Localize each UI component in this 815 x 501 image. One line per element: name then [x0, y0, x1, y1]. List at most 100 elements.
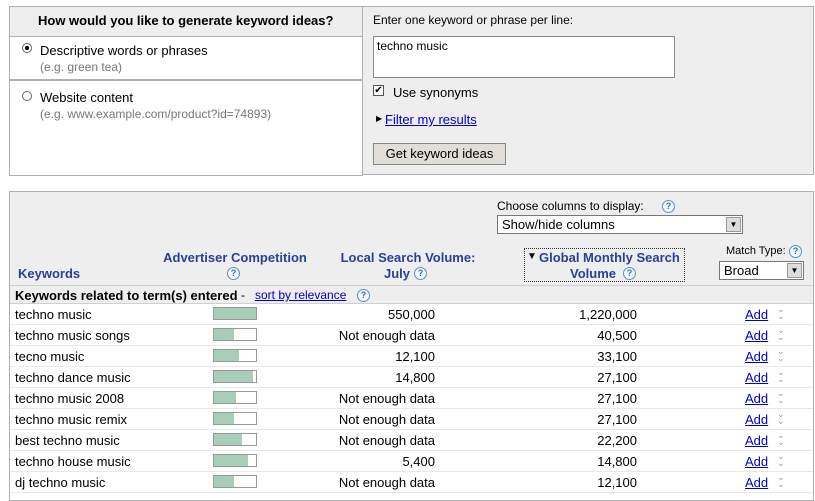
add-keyword-link[interactable]: Add: [745, 475, 768, 490]
keyword-cell: tecno music: [15, 349, 85, 364]
global-volume-cell: 33,100: [597, 349, 637, 364]
radio-website[interactable]: [22, 91, 32, 101]
section-title: Keywords related to term(s) entered: [15, 288, 238, 303]
chevron-down-icon[interactable]: ⌄ ⌄: [777, 305, 785, 321]
competition-bar-fill: [214, 413, 234, 424]
competition-bar-fill: [214, 329, 234, 340]
chevron-down-icon[interactable]: ⌄ ⌄: [777, 347, 785, 363]
add-keyword-link[interactable]: Add: [745, 328, 768, 343]
local-volume-cell: 14,800: [395, 370, 435, 385]
competition-bar: [213, 349, 257, 362]
competition-bar: [213, 475, 257, 488]
keyword-cell: techno house music: [15, 454, 131, 469]
competition-bar-fill: [214, 371, 254, 382]
table-row: techno music 2008 Not enough data 27,100 Ad…: [10, 388, 813, 409]
competition-bar: [213, 433, 257, 446]
col-global-volume[interactable]: ▼ Global Monthly Search Volume: [524, 248, 685, 282]
add-keyword-link[interactable]: Add: [745, 391, 768, 406]
global-volume-cell: 14,800: [597, 454, 637, 469]
help-icon[interactable]: ?: [623, 267, 636, 280]
global-volume-cell: 40,500: [597, 328, 637, 343]
table-row: techno music songs Not enough data 40,500 A…: [10, 325, 813, 346]
chevron-down-icon[interactable]: ⌄ ⌄: [777, 326, 785, 342]
global-volume-cell: 27,100: [597, 412, 637, 427]
col-competition[interactable]: Advertiser Competition: [160, 250, 310, 265]
competition-bar-fill: [214, 455, 248, 466]
option-descriptive-hint: (e.g. green tea): [40, 60, 123, 74]
dropdown-arrow-icon: ▼: [726, 217, 741, 232]
add-keyword-link[interactable]: Add: [745, 349, 768, 364]
help-icon[interactable]: ?: [414, 267, 427, 280]
add-keyword-link[interactable]: Add: [745, 412, 768, 427]
col-keywords: Keywords: [18, 266, 81, 281]
chevron-down-icon[interactable]: ⌄ ⌄: [777, 452, 785, 468]
add-keyword-link[interactable]: Add: [745, 454, 768, 469]
competition-bar: [213, 454, 257, 467]
col-global-volume-label: Global Monthly Search: [539, 250, 680, 265]
help-icon[interactable]: ?: [662, 200, 675, 213]
keyword-input[interactable]: techno music: [373, 36, 675, 78]
help-icon[interactable]: ?: [357, 289, 370, 302]
local-volume-cell: 550,000: [388, 307, 435, 322]
add-keyword-link[interactable]: Add: [745, 370, 768, 385]
global-volume-cell: 22,200: [597, 433, 637, 448]
get-keyword-ideas-button[interactable]: Get keyword ideas: [373, 143, 506, 165]
keyword-cell: techno music: [15, 307, 92, 322]
synonyms-checkbox[interactable]: ✔: [373, 85, 384, 96]
local-volume-cell: 12,100: [395, 349, 435, 364]
radio-descriptive[interactable]: [22, 43, 32, 53]
keyword-cell: techno music remix: [15, 412, 127, 427]
keyword-cell: techno music songs: [15, 328, 130, 343]
global-volume-cell: 12,100: [597, 475, 637, 490]
option-website[interactable]: Website content (e.g. www.example.com/pr…: [9, 80, 363, 176]
help-icon[interactable]: ?: [227, 267, 240, 280]
table-row: techno house music 5,400 14,800 Add ⌄ ⌄: [10, 451, 813, 472]
local-volume-cell: 5,400: [402, 454, 435, 469]
filter-results-link[interactable]: Filter my results: [385, 112, 477, 127]
columns-select[interactable]: Show/hide columns ▼: [497, 215, 743, 234]
add-keyword-link[interactable]: Add: [745, 307, 768, 322]
competition-bar: [213, 307, 257, 320]
sort-by-relevance-link[interactable]: sort by relevance: [255, 288, 346, 302]
local-volume-cell: Not enough data: [338, 475, 435, 490]
keyword-cell: dj techno music: [15, 475, 106, 490]
chevron-down-icon[interactable]: ⌄ ⌄: [777, 389, 785, 405]
keyword-cell: best techno music: [15, 433, 120, 448]
local-volume-cell: Not enough data: [338, 433, 435, 448]
col-local-volume-month[interactable]: July: [384, 266, 410, 281]
help-icon[interactable]: ?: [789, 245, 802, 258]
table-row: techno music 550,000 1,220,000 Add ⌄ ⌄: [10, 304, 813, 325]
match-type-value: Broad: [724, 263, 759, 278]
col-global-volume-label-2: Volume: [570, 266, 616, 281]
columns-select-value: Show/hide columns: [502, 217, 615, 232]
competition-bar-fill: [214, 476, 234, 487]
dropdown-arrow-icon: ▼: [787, 263, 802, 278]
results-header: [10, 192, 813, 285]
competition-bar: [213, 391, 257, 404]
chevron-down-icon[interactable]: ⌄ ⌄: [777, 410, 785, 426]
col-local-volume[interactable]: Local Search Volume:: [333, 250, 483, 265]
global-volume-cell: 27,100: [597, 370, 637, 385]
global-volume-cell: 27,100: [597, 391, 637, 406]
expand-triangle-icon[interactable]: ▶: [376, 114, 382, 123]
competition-bar-fill: [214, 434, 243, 445]
add-keyword-link[interactable]: Add: [745, 433, 768, 448]
chevron-down-icon[interactable]: ⌄ ⌄: [777, 368, 785, 384]
method-question: How would you like to generate keyword i…: [38, 13, 334, 28]
competition-bar-fill: [214, 392, 237, 403]
local-volume-cell: Not enough data: [338, 412, 435, 427]
chevron-down-icon[interactable]: ⌄ ⌄: [777, 473, 785, 489]
table-row: dj techno music Not enough data 12,100 Add ⌄…: [10, 472, 813, 493]
chevron-down-icon[interactable]: ⌄ ⌄: [777, 431, 785, 447]
table-row: techno music remix Not enough data 27,100 A…: [10, 409, 813, 430]
local-volume-cell: Not enough data: [338, 391, 435, 406]
option-descriptive[interactable]: Descriptive words or phrases (e.g. green…: [9, 36, 363, 80]
option-descriptive-label: Descriptive words or phrases: [40, 43, 208, 58]
sort-descending-icon: ▼: [527, 251, 537, 262]
competition-bar-fill: [214, 308, 256, 319]
keyword-cell: techno dance music: [15, 370, 131, 385]
synonyms-label: Use synonyms: [393, 85, 479, 100]
competition-bar: [213, 328, 257, 341]
match-type-select[interactable]: Broad ▼: [719, 261, 804, 280]
local-volume-cell: Not enough data: [338, 328, 435, 343]
